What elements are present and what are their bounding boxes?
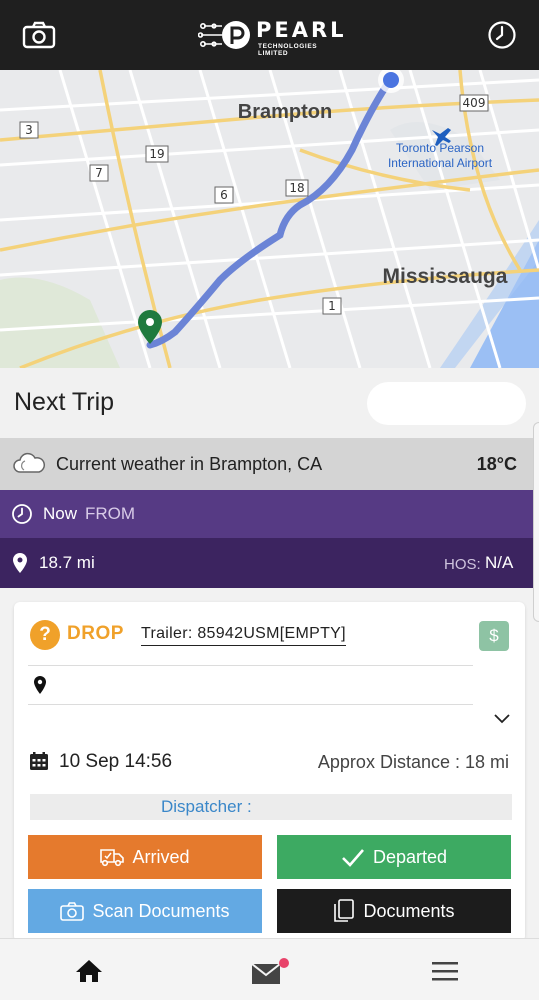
departed-button[interactable]: Departed bbox=[277, 835, 511, 879]
camera-icon bbox=[60, 902, 85, 921]
scroll-handle[interactable] bbox=[533, 422, 539, 622]
shield-409: 409 bbox=[463, 96, 486, 110]
trip-toggle-pill[interactable] bbox=[367, 382, 526, 425]
app-header: PEARL TECHNOLOGIES LIMITED bbox=[0, 0, 539, 70]
hos-value: N/A bbox=[485, 553, 514, 572]
map-label-brampton: Brampton bbox=[238, 101, 332, 123]
shield-7: 7 bbox=[95, 166, 103, 180]
map-label-mississauga: Mississauga bbox=[383, 265, 508, 288]
divider bbox=[28, 665, 473, 666]
arrived-label: Arrived bbox=[132, 846, 190, 867]
time-from: FROM bbox=[85, 504, 136, 523]
location-pin-icon bbox=[34, 676, 46, 694]
bottom-nav bbox=[0, 938, 539, 1000]
clock-icon bbox=[12, 504, 32, 524]
location-pin-icon bbox=[13, 553, 27, 573]
dispatcher-row: Dispatcher : bbox=[30, 794, 512, 820]
pearl-logo: PEARL TECHNOLOGIES LIMITED bbox=[197, 14, 348, 57]
weather-bar: Current weather in Brampton, CA 18°C bbox=[0, 438, 539, 490]
truck-icon bbox=[100, 849, 125, 867]
shield-1: 1 bbox=[328, 299, 336, 313]
departed-label: Departed bbox=[372, 846, 448, 867]
trip-distance: 18.7 mi bbox=[39, 553, 95, 572]
scan-documents-label: Scan Documents bbox=[92, 900, 230, 921]
menu-icon[interactable] bbox=[432, 960, 458, 982]
weather-text: Current weather in Brampton, CA bbox=[56, 454, 323, 474]
logo-subtext: TECHNOLOGIES LIMITED bbox=[258, 43, 318, 57]
approx-distance: Approx Distance : 18 mi bbox=[317, 752, 509, 772]
notification-dot bbox=[279, 958, 289, 968]
hos-label: HOS: bbox=[444, 556, 481, 573]
distance-bar: 18.7 mi HOS: N/A bbox=[0, 538, 539, 588]
home-icon[interactable] bbox=[75, 959, 103, 983]
trailer-link[interactable]: Trailer: 85942USM[EMPTY] bbox=[141, 625, 346, 646]
shield-6: 6 bbox=[220, 188, 228, 202]
logo-mark-icon bbox=[197, 21, 250, 49]
logo-text: PEARL bbox=[256, 18, 347, 42]
map-label-airport-1: Toronto Pearson bbox=[396, 141, 484, 155]
stop-card: ? DROP Trailer: 85942USM[EMPTY] $ 10 Sep… bbox=[14, 602, 525, 942]
stop-type: DROP bbox=[67, 623, 124, 644]
time-bar: Now FROM bbox=[0, 490, 539, 538]
next-trip-title: Next Trip bbox=[14, 388, 115, 416]
documents-label: Documents bbox=[363, 900, 455, 921]
dispatcher-label: Dispatcher : bbox=[161, 797, 252, 816]
shield-19: 19 bbox=[149, 147, 164, 161]
stop-datetime: 10 Sep 14:56 bbox=[59, 751, 173, 772]
cloud-icon bbox=[13, 452, 45, 473]
weather-temperature: 18°C bbox=[476, 454, 517, 474]
dollar-icon[interactable]: $ bbox=[479, 621, 509, 651]
calendar-icon bbox=[30, 752, 48, 770]
check-icon bbox=[342, 849, 364, 867]
next-trip-header: Next Trip bbox=[0, 368, 539, 438]
shield-3: 3 bbox=[25, 123, 33, 137]
question-icon: ? bbox=[30, 620, 60, 650]
copy-documents-icon bbox=[334, 899, 355, 922]
map-label-airport-2: International Airport bbox=[388, 156, 493, 170]
time-now: Now bbox=[43, 504, 78, 523]
clock-icon[interactable] bbox=[486, 19, 518, 51]
divider bbox=[28, 704, 473, 705]
route-map[interactable]: 3 19 7 6 18 1 409 Brampton Mississauga T… bbox=[0, 70, 539, 368]
camera-icon[interactable] bbox=[22, 20, 56, 50]
arrived-button[interactable]: Arrived bbox=[28, 835, 262, 879]
documents-button[interactable]: Documents bbox=[277, 889, 511, 933]
shield-18: 18 bbox=[289, 181, 304, 195]
scan-documents-button[interactable]: Scan Documents bbox=[28, 889, 262, 933]
mail-icon[interactable] bbox=[251, 958, 289, 986]
chevron-down-icon[interactable] bbox=[494, 714, 510, 724]
